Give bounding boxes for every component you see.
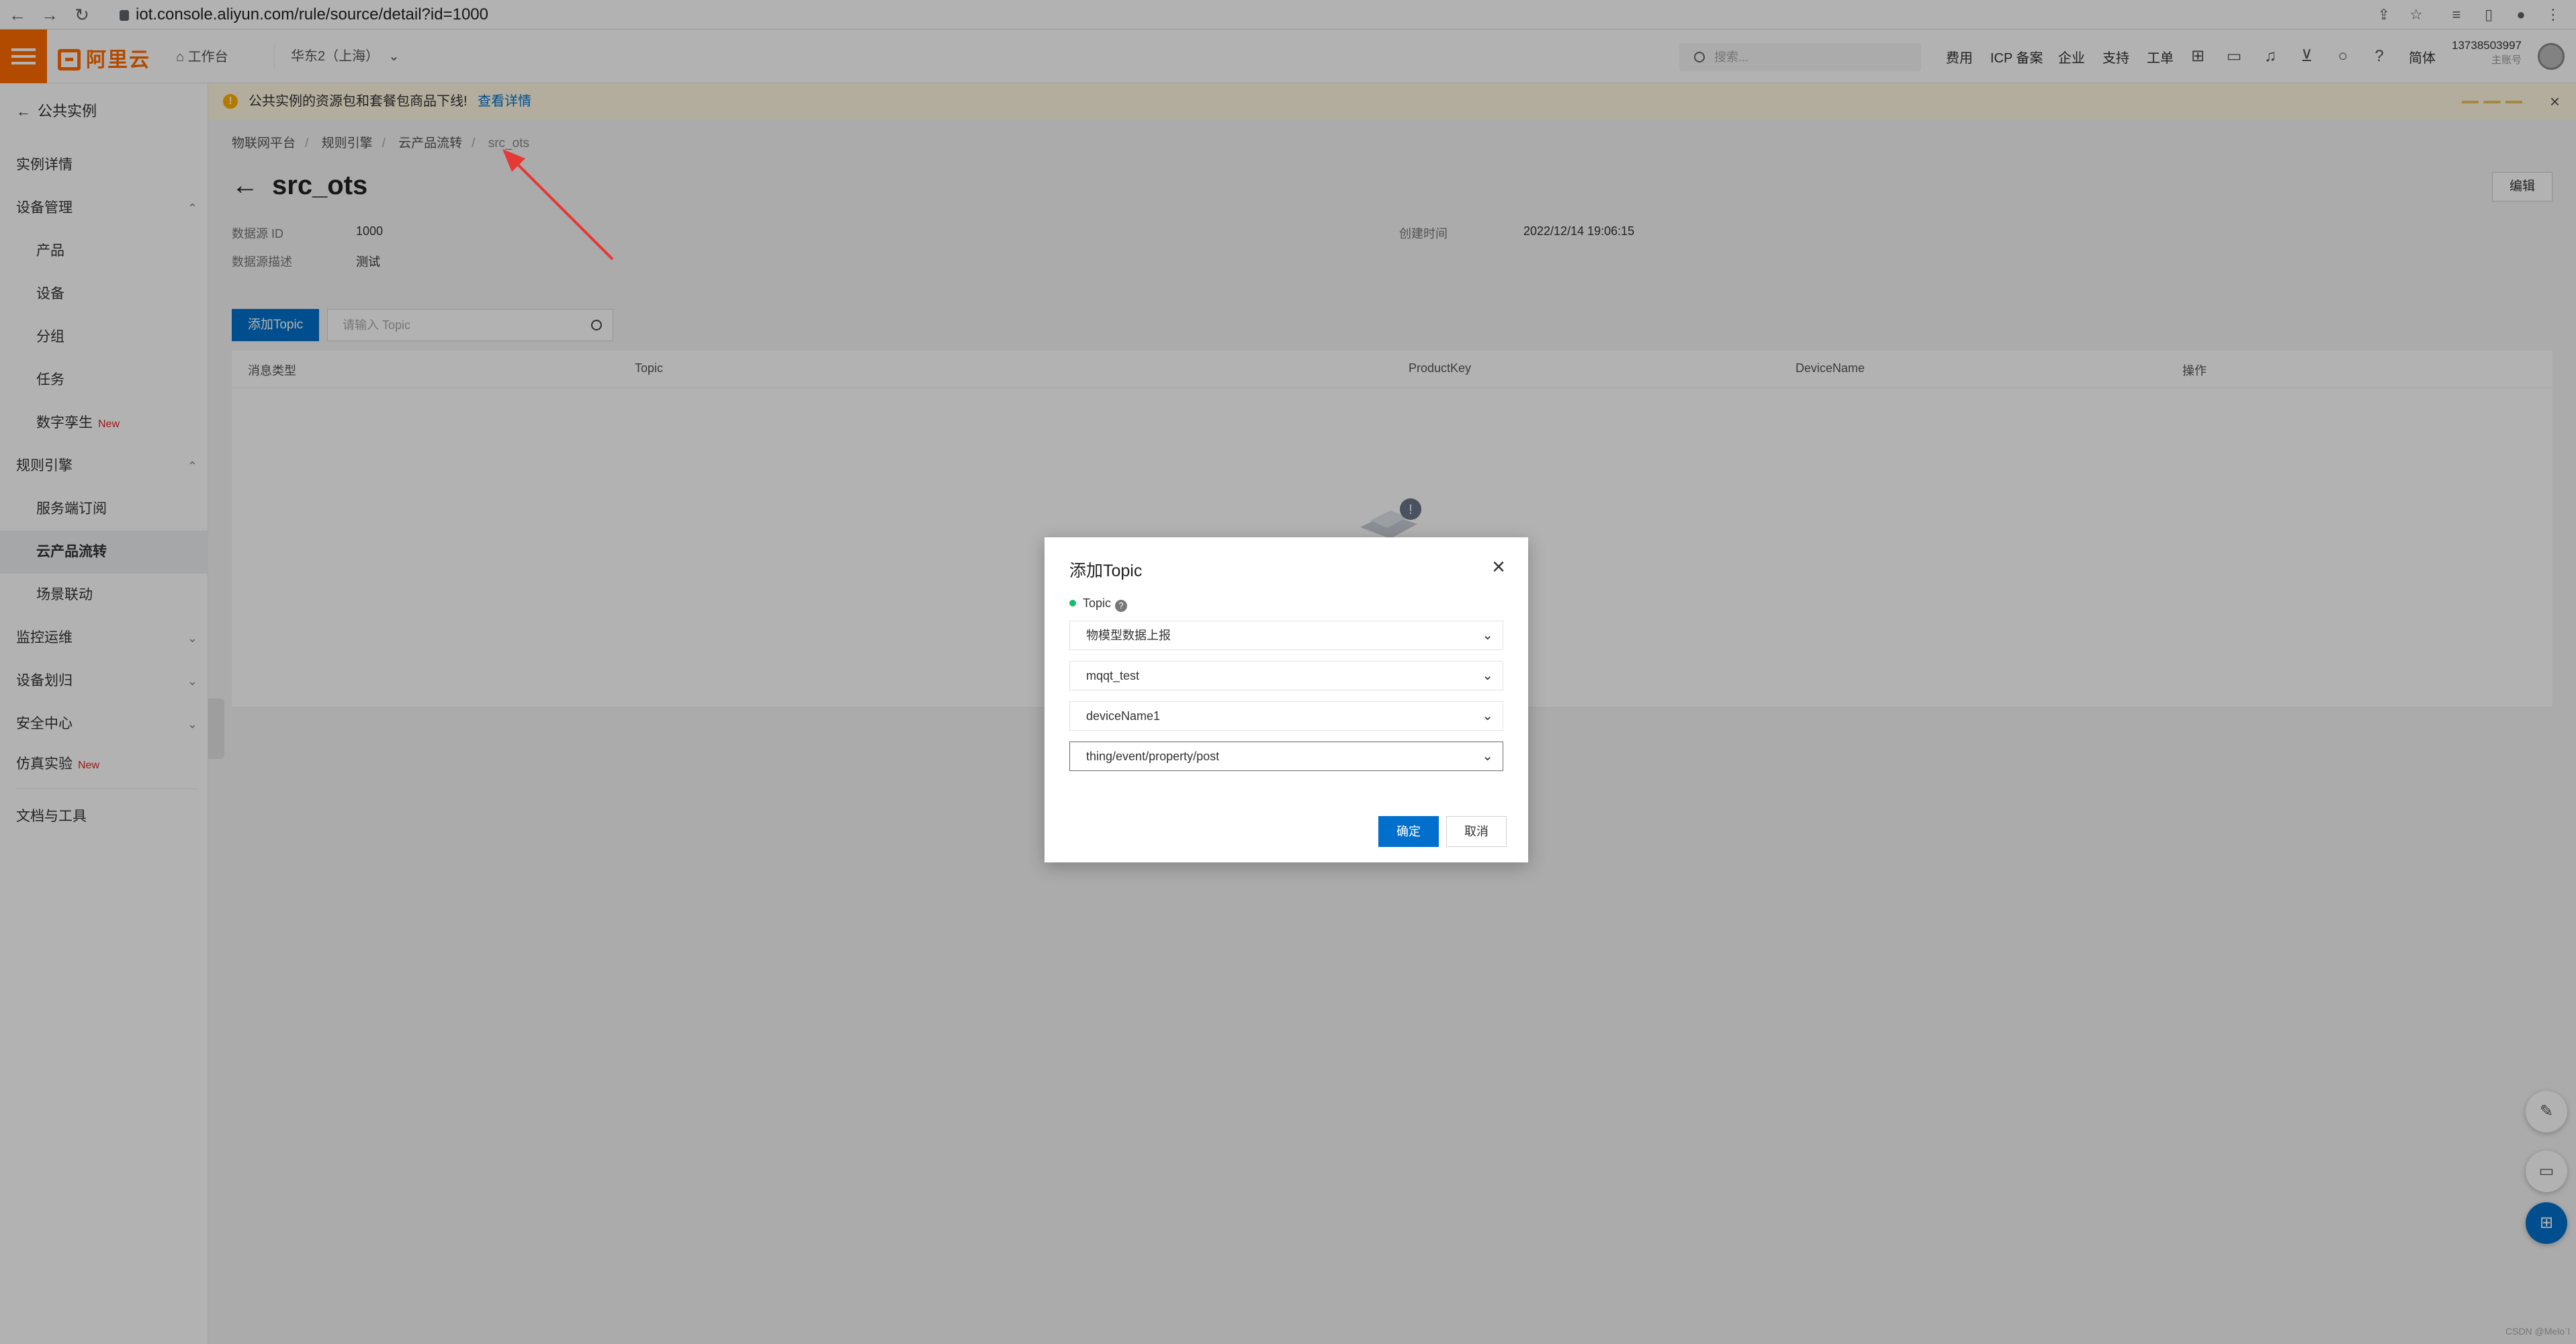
- device-select[interactable]: deviceName1 ⌄: [1069, 701, 1503, 731]
- topic-type-select[interactable]: 物模型数据上报 ⌄: [1069, 621, 1503, 650]
- confirm-button[interactable]: 确定: [1378, 816, 1439, 847]
- chevron-down-icon: ⌄: [1482, 709, 1493, 723]
- close-icon[interactable]: ×: [1486, 555, 1511, 579]
- add-topic-dialog: 添加Topic × Topic? 物模型数据上报 ⌄ mqqt_test ⌄ dev…: [1045, 537, 1528, 862]
- chevron-down-icon: ⌄: [1482, 749, 1493, 764]
- chevron-down-icon: ⌄: [1482, 628, 1493, 643]
- select-value: deviceName1: [1086, 709, 1161, 723]
- topic-path-select[interactable]: thing/event/property/post ⌄: [1069, 742, 1503, 771]
- select-value: mqqt_test: [1086, 669, 1140, 682]
- product-select[interactable]: mqqt_test ⌄: [1069, 661, 1503, 690]
- select-value: 物模型数据上报: [1086, 629, 1171, 642]
- dialog-title: 添加Topic: [1069, 562, 1143, 580]
- cancel-button[interactable]: 取消: [1446, 816, 1507, 847]
- required-dot-icon: [1069, 600, 1076, 607]
- help-icon[interactable]: ?: [1115, 600, 1128, 612]
- chevron-down-icon: ⌄: [1482, 668, 1493, 683]
- topic-field-label: Topic?: [1069, 596, 1128, 612]
- select-value: thing/event/property/post: [1086, 750, 1220, 763]
- topic-field-text: Topic: [1083, 596, 1112, 610]
